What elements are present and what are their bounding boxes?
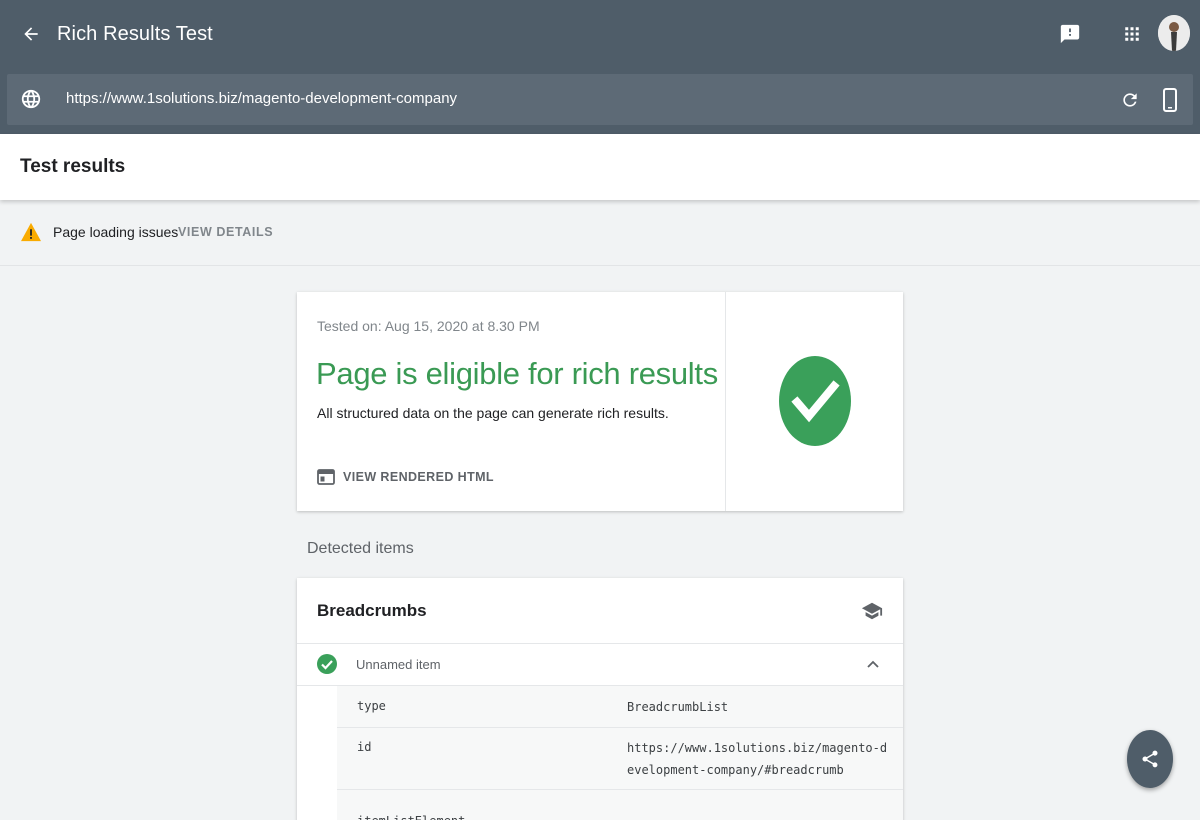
property-key: type xyxy=(357,699,386,713)
item-properties: type BreadcrumbList id https://www.1solu… xyxy=(337,686,903,820)
detected-items-card: Breadcrumbs Unnamed item type Breadcrumb… xyxy=(297,578,903,820)
breadcrumbs-header: Breadcrumbs xyxy=(297,578,903,644)
property-value: BreadcrumbList xyxy=(627,700,729,714)
property-key: itemListElement xyxy=(357,814,465,820)
eligibility-description: All structured data on the page can gene… xyxy=(317,405,669,421)
arrow-back-icon xyxy=(24,27,38,41)
property-value: https://www.1solutions.biz/magento-devel… xyxy=(627,741,888,777)
app-header: Rich Results Test https://www.1solutions… xyxy=(0,0,1200,134)
check-circle-icon xyxy=(779,356,851,446)
school-icon[interactable] xyxy=(861,600,883,622)
apps-button[interactable] xyxy=(1117,19,1147,49)
eligibility-heading: Page is eligible for rich results xyxy=(316,356,718,391)
share-button[interactable] xyxy=(1127,730,1173,788)
property-row: itemListElement xyxy=(337,790,903,820)
page-title: Test results xyxy=(20,156,126,177)
breadcrumbs-title: Breadcrumbs xyxy=(317,601,427,620)
web-page-icon xyxy=(317,469,335,485)
feedback-icon xyxy=(1060,24,1080,44)
chevron-up-icon[interactable] xyxy=(865,656,881,672)
user-avatar[interactable] xyxy=(1158,15,1190,51)
view-rendered-html-label: VIEW RENDERED HTML xyxy=(343,470,494,484)
warning-banner: Page loading issues VIEW DETAILS xyxy=(0,200,1200,266)
avatar-image xyxy=(1158,15,1190,51)
item-name: Unnamed item xyxy=(356,657,441,672)
view-details-button[interactable]: VIEW DETAILS xyxy=(178,225,273,239)
globe-icon xyxy=(21,89,41,109)
smartphone-icon xyxy=(1163,88,1177,112)
summary-details: Tested on: Aug 15, 2020 at 8.30 PM Page … xyxy=(297,292,726,511)
results-header: Test results xyxy=(0,134,1200,200)
tested-on-timestamp: Tested on: Aug 15, 2020 at 8.30 PM xyxy=(317,318,540,334)
url-input[interactable]: https://www.1solutions.biz/magento-devel… xyxy=(66,90,457,107)
refresh-button[interactable] xyxy=(1116,87,1144,113)
result-summary-card: Tested on: Aug 15, 2020 at 8.30 PM Page … xyxy=(297,292,903,511)
warning-icon xyxy=(21,222,41,242)
warning-text: Page loading issues xyxy=(53,224,179,240)
feedback-button[interactable] xyxy=(1055,19,1085,49)
back-button[interactable] xyxy=(14,18,48,50)
check-circle-small-icon xyxy=(317,654,337,674)
device-toggle-button[interactable] xyxy=(1157,85,1183,115)
property-row: id https://www.1solutions.biz/magento-de… xyxy=(337,728,903,790)
view-rendered-html-button[interactable]: VIEW RENDERED HTML xyxy=(317,466,494,488)
share-icon xyxy=(1142,750,1158,768)
apps-grid-icon xyxy=(1125,27,1139,41)
property-key: id xyxy=(357,740,372,754)
detected-items-label: Detected items xyxy=(307,540,414,557)
unnamed-item-row[interactable]: Unnamed item xyxy=(297,644,903,686)
refresh-icon xyxy=(1123,93,1137,107)
app-title: Rich Results Test xyxy=(57,23,213,45)
url-bar: https://www.1solutions.biz/magento-devel… xyxy=(7,74,1193,125)
property-row: type BreadcrumbList xyxy=(337,686,903,728)
